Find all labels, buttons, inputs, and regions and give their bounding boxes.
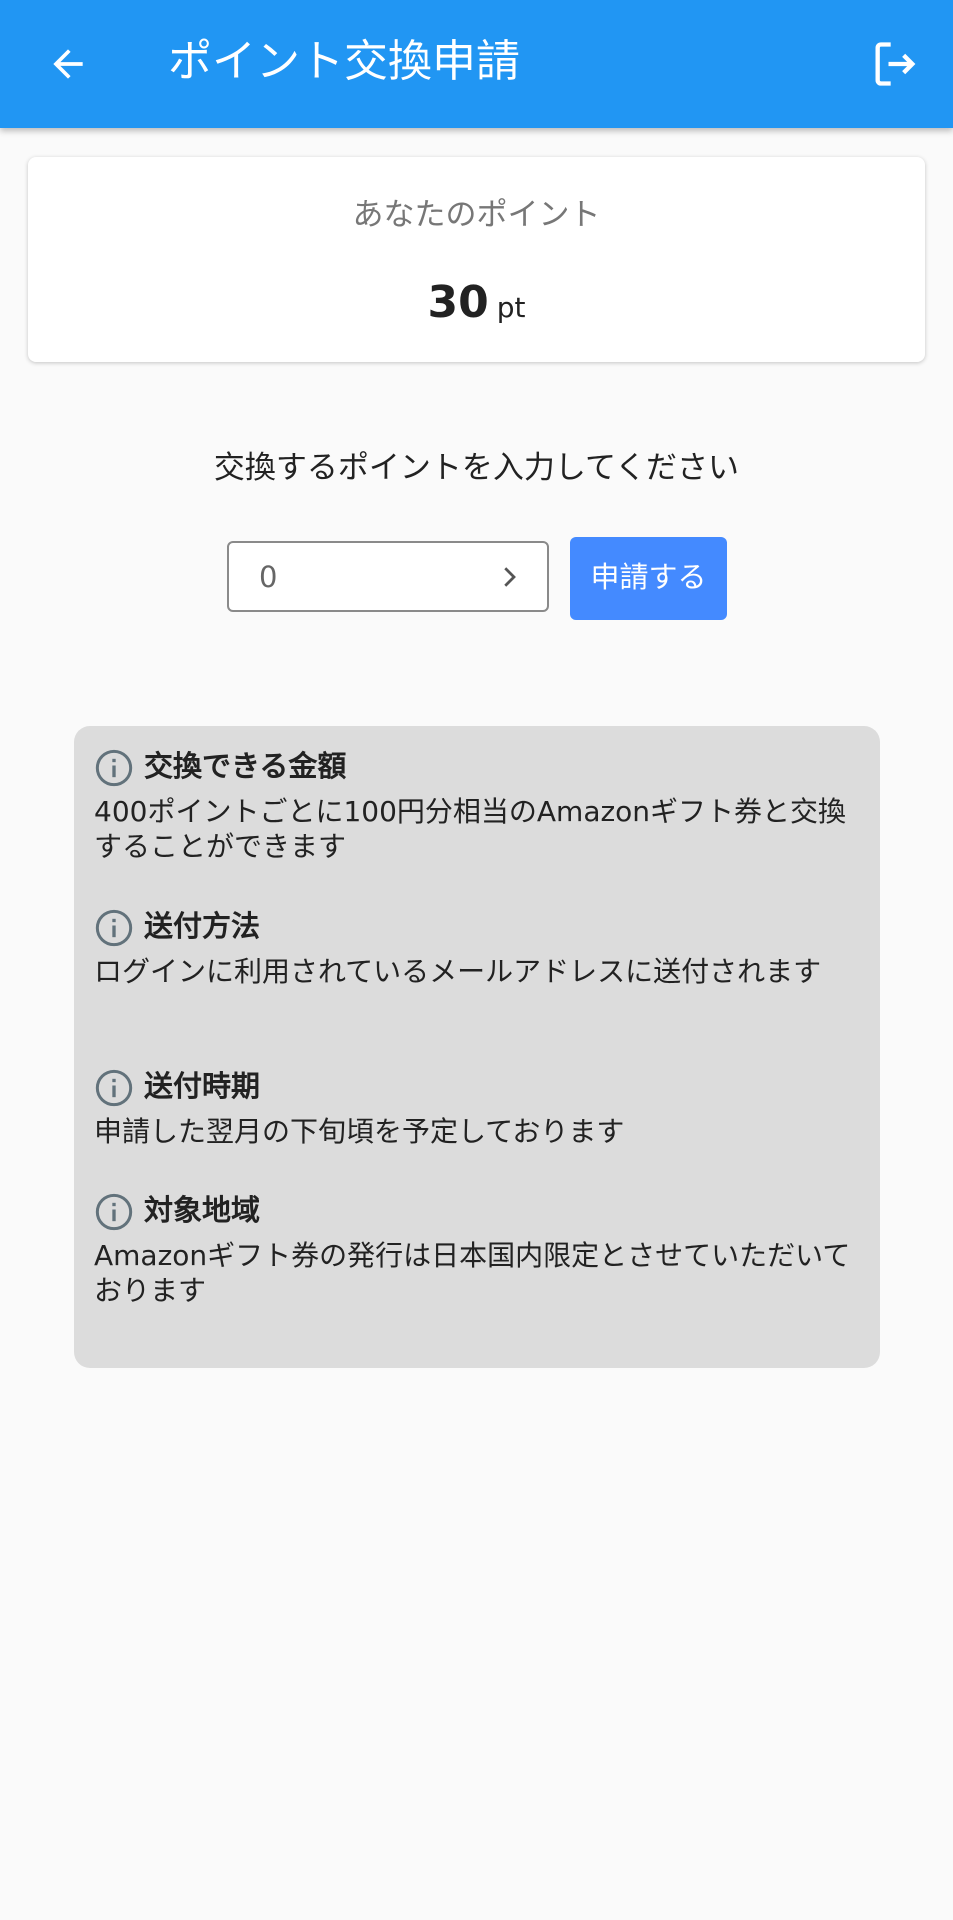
info-item-header: 送付時期 bbox=[94, 1066, 884, 1107]
info-item-delivery-method: 送付方法 ログインに利用されているメールアドレスに送付されます bbox=[94, 906, 884, 989]
app-bar: ポイント交換申請 bbox=[0, 0, 953, 128]
info-icon bbox=[95, 749, 133, 787]
points-value: 30 pt bbox=[28, 277, 925, 328]
info-item-header: 送付方法 bbox=[94, 906, 884, 947]
points-input-box[interactable] bbox=[227, 541, 549, 612]
info-panel: 交換できる金額 400ポイントごとに100円分相当のAmazonギフト券と交換す… bbox=[74, 726, 880, 1368]
info-icon bbox=[95, 1193, 133, 1231]
exchange-prompt: 交換するポイントを入力してください bbox=[213, 450, 740, 486]
info-item-amount: 交換できる金額 400ポイントごとに100円分相当のAmazonギフト券と交換す… bbox=[94, 746, 884, 864]
back-button[interactable] bbox=[28, 24, 108, 104]
info-item-body: 400ポイントごとに100円分相当のAmazonギフト券と交換することができます bbox=[94, 795, 847, 863]
points-unit: pt bbox=[496, 291, 526, 324]
points-number: 30 bbox=[427, 277, 489, 328]
info-item-body: ログインに利用されているメールアドレスに送付されます bbox=[94, 955, 822, 988]
info-item-title: 対象地域 bbox=[144, 1193, 261, 1227]
info-icon bbox=[95, 1069, 133, 1107]
info-item-body: Amazonギフト券の発行は日本国内限定とさせていただいております bbox=[94, 1239, 851, 1307]
info-item-title: 送付時期 bbox=[144, 1069, 261, 1103]
info-item-title: 交換できる金額 bbox=[144, 749, 347, 783]
points-label: あなたのポイント bbox=[352, 197, 601, 233]
chevron-right-icon[interactable] bbox=[491, 559, 527, 595]
info-item-title: 送付方法 bbox=[144, 909, 261, 943]
points-card: あなたのポイント 30 pt bbox=[28, 157, 925, 362]
info-item-delivery-time: 送付時期 申請した翌月の下旬頃を予定しております bbox=[94, 1066, 884, 1149]
info-item-header: 対象地域 bbox=[94, 1190, 884, 1231]
page-title: ポイント交換申請 bbox=[168, 36, 520, 87]
logout-button[interactable] bbox=[855, 24, 935, 104]
info-icon bbox=[95, 909, 133, 947]
points-input[interactable] bbox=[259, 543, 479, 610]
info-item-region: 対象地域 Amazonギフト券の発行は日本国内限定とさせていただいております bbox=[94, 1190, 884, 1308]
arrow-left-icon bbox=[53, 49, 83, 79]
apply-button[interactable]: 申請する bbox=[570, 537, 727, 620]
info-item-header: 交換できる金額 bbox=[94, 746, 884, 787]
logout-icon bbox=[875, 42, 916, 86]
info-item-body: 申請した翌月の下旬頃を予定しております bbox=[94, 1115, 625, 1148]
